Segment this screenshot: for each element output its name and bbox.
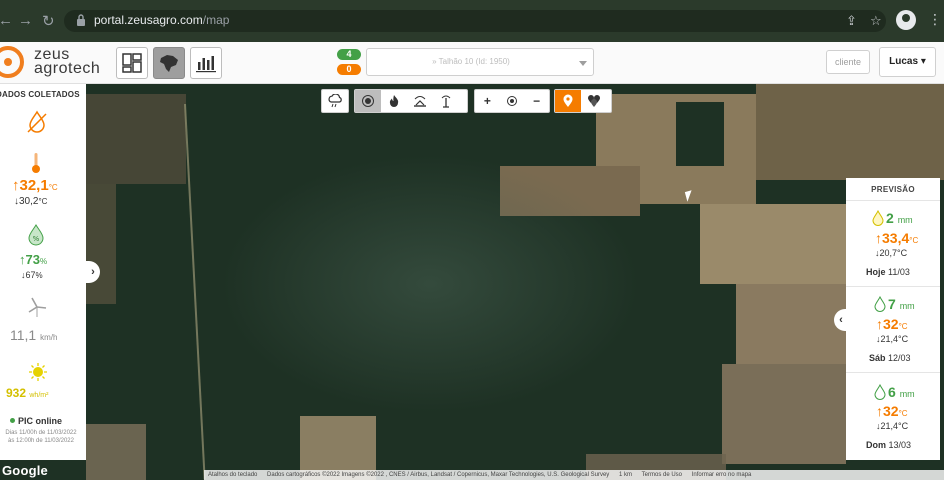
star-icon[interactable]: ☆ — [870, 13, 882, 29]
antenna-icon — [441, 95, 451, 108]
browser-chrome: ← → ↻ portal.zeusagro.com/map ⇪ ☆ ⋮ — [0, 0, 944, 42]
thermometer-icon — [32, 153, 40, 173]
map-attribution: Atalhos do teclado Dados cartográficos ©… — [204, 470, 944, 480]
url-text: portal.zeusagro.com/map — [94, 13, 230, 27]
temperature-min: ↓30,2°C — [14, 196, 48, 207]
lock-icon — [77, 14, 85, 26]
map-pin-icon — [563, 94, 573, 107]
forecast-panel: PREVISÃO 2 mm ↑33,4°C ↓20,7°C Hoje 11/03… — [846, 178, 940, 460]
report-error-link[interactable]: Informar erro no mapa — [692, 472, 752, 478]
map-field — [86, 94, 186, 184]
center-location-button[interactable] — [500, 90, 525, 112]
reload-icon[interactable]: ↻ — [42, 12, 55, 30]
map-field — [700, 204, 846, 284]
chevron-down-icon — [579, 61, 587, 66]
forecast-day-today: Hoje 11/03 — [866, 267, 910, 277]
cloud-rain-icon — [328, 94, 342, 108]
map-toolbar-markers — [554, 89, 612, 113]
map-road — [184, 103, 206, 480]
zoom-in-button[interactable]: + — [475, 90, 500, 112]
fire-layer-button[interactable] — [381, 90, 407, 112]
marker-mode-button[interactable] — [555, 90, 581, 112]
irrigation-layer-button[interactable] — [407, 90, 433, 112]
station-status: PIC online — [10, 416, 62, 426]
svg-text:%: % — [33, 235, 40, 243]
map-toolbar-weather — [321, 89, 349, 113]
panel-title: DADOS COLETADOS — [0, 90, 80, 99]
online-count-badge: 4 — [337, 49, 361, 60]
map-field — [86, 184, 116, 304]
map-field — [86, 424, 146, 480]
offline-count-badge: 0 — [337, 64, 361, 75]
bar-chart-icon — [196, 56, 216, 73]
brand-name: zeus agrotech — [34, 46, 101, 77]
temperature-max: ↑32,1°C — [12, 177, 58, 194]
map-field — [756, 84, 944, 180]
map-toolbar-zoom: + − — [474, 89, 550, 113]
profile-icon[interactable] — [896, 10, 916, 30]
status-note: Dias 11/00h de 11/03/2022 às 12:00h de 1… — [5, 430, 77, 444]
forecast-rain-sat: 7 mm — [888, 296, 915, 312]
forecast-title: PREVISÃO — [871, 185, 915, 194]
humidity-max: ↑73% — [19, 252, 48, 267]
cluster-mode-button[interactable] — [581, 90, 607, 112]
forecast-day-sun: Dom 13/03 — [866, 440, 912, 450]
target-icon — [507, 96, 517, 106]
map-field — [676, 102, 724, 166]
rain-drop-icon — [874, 296, 886, 312]
dashboard-view-button[interactable] — [116, 47, 148, 79]
keyboard-shortcuts-link[interactable]: Atalhos do teclado — [208, 472, 257, 478]
map-toolbar-layers — [354, 89, 468, 113]
forecast-tmin-sun: ↓21,4°C — [876, 421, 909, 431]
map-data-text: Dados cartográficos ©2022 Imagens ©2022 … — [267, 472, 610, 478]
reports-view-button[interactable] — [190, 47, 222, 79]
no-rain-icon — [27, 110, 47, 133]
zeus-logo-icon[interactable] — [0, 46, 24, 78]
humidity-drop-icon: % — [28, 224, 44, 246]
multi-pin-icon — [588, 95, 600, 107]
rain-drop-icon — [872, 210, 884, 226]
weather-layer-button[interactable] — [322, 90, 348, 112]
sprinkler-icon — [414, 96, 426, 107]
collected-data-panel: DADOS COLETADOS ↑32,1°C ↓30,2°C % ↑73% ↓… — [0, 84, 86, 460]
forecast-day-sat: Sáb 12/03 — [869, 353, 911, 363]
google-logo: Google — [2, 463, 48, 478]
antenna-layer-button[interactable] — [433, 90, 459, 112]
satellite-map[interactable] — [0, 84, 944, 480]
radiation: 932 wh/m² — [6, 386, 49, 400]
forecast-tmax-today: ↑33,4°C — [875, 230, 919, 246]
map-view-button[interactable] — [153, 47, 185, 79]
back-icon[interactable]: ← — [0, 12, 13, 29]
online-dot-icon — [10, 418, 15, 423]
terms-link[interactable]: Termos de Uso — [642, 472, 682, 478]
dashboard-icon — [122, 53, 142, 73]
share-icon[interactable]: ⇪ — [846, 13, 857, 29]
map-field — [722, 364, 846, 464]
menu-icon[interactable]: ⋮ — [928, 11, 942, 28]
wind-turbine-icon — [28, 297, 47, 317]
zoom-out-button[interactable]: − — [524, 90, 549, 112]
sun-icon — [29, 363, 47, 381]
forward-icon[interactable]: → — [18, 12, 33, 29]
forecast-tmax-sun: ↑32°C — [876, 403, 908, 419]
scale-bar[interactable]: 1 km — [619, 472, 632, 478]
humidity-min: ↓67% — [21, 270, 43, 280]
forecast-rain-sun: 6 mm — [888, 384, 915, 400]
forecast-tmin-sat: ↓21,4°C — [876, 334, 909, 344]
map-field — [736, 284, 846, 364]
rain-drop-icon — [874, 384, 886, 400]
wind-speed: 11,1 km/h — [10, 327, 58, 343]
brazil-map-icon — [160, 55, 178, 72]
sensor-icon — [362, 95, 374, 107]
client-button[interactable]: cliente — [826, 50, 870, 74]
sensor-layer-button[interactable] — [355, 90, 381, 112]
forecast-tmin-today: ↓20,7°C — [875, 248, 908, 258]
station-select[interactable]: » Talhão 10 (Id: 1950) — [366, 48, 594, 76]
user-menu-button[interactable]: Lucas ▾ — [879, 47, 936, 77]
forecast-rain-today: 2 mm — [886, 210, 913, 226]
app-header: zeus agrotech 4 0 » Talhão 10 (Id: 1950)… — [0, 42, 944, 84]
forecast-tmax-sat: ↑32°C — [876, 316, 908, 332]
fire-icon — [389, 95, 399, 107]
